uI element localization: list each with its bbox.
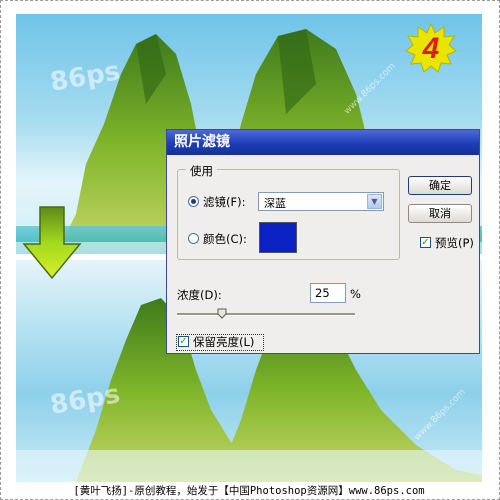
photo-filter-dialog: 照片滤镜 使用 滤镜(F): 深蓝 ▼ 颜色(C): 确定 取消 ✓ 预览(P)… xyxy=(166,129,480,354)
preview-label: 预览(P) xyxy=(435,236,474,250)
filter-select-value: 深蓝 xyxy=(264,197,286,210)
step-number-badge: 4 xyxy=(405,22,457,74)
ok-button[interactable]: 确定 xyxy=(408,176,472,195)
filter-label: 滤镜(F): xyxy=(203,195,246,209)
filter-radio[interactable] xyxy=(188,196,199,207)
chevron-down-icon[interactable]: ▼ xyxy=(367,194,382,209)
cancel-button[interactable]: 取消 xyxy=(408,204,472,223)
color-radio[interactable] xyxy=(188,233,199,244)
density-slider-track[interactable] xyxy=(177,313,355,316)
dialog-title: 照片滤镜 xyxy=(167,130,479,155)
color-label: 颜色(C): xyxy=(203,232,247,246)
density-input[interactable]: 25 xyxy=(310,283,346,303)
density-slider-thumb[interactable] xyxy=(217,308,227,319)
preserve-luminosity-checkbox[interactable]: ✓ xyxy=(178,336,189,347)
svg-text:4: 4 xyxy=(422,32,440,65)
use-group-label: 使用 xyxy=(186,163,217,179)
density-label: 浓度(D): xyxy=(177,288,222,302)
color-swatch[interactable] xyxy=(259,222,297,253)
filter-select[interactable]: 深蓝 ▼ xyxy=(258,192,384,211)
preview-checkbox[interactable]: ✓ xyxy=(420,237,431,248)
preserve-luminosity-label: 保留亮度(L) xyxy=(193,335,255,349)
density-unit: % xyxy=(350,287,361,301)
down-arrow-icon xyxy=(22,206,82,280)
tutorial-caption: [黄叶飞扬]-原创教程，始发于【中国Photoshop资源网】www.86ps.… xyxy=(73,485,425,497)
